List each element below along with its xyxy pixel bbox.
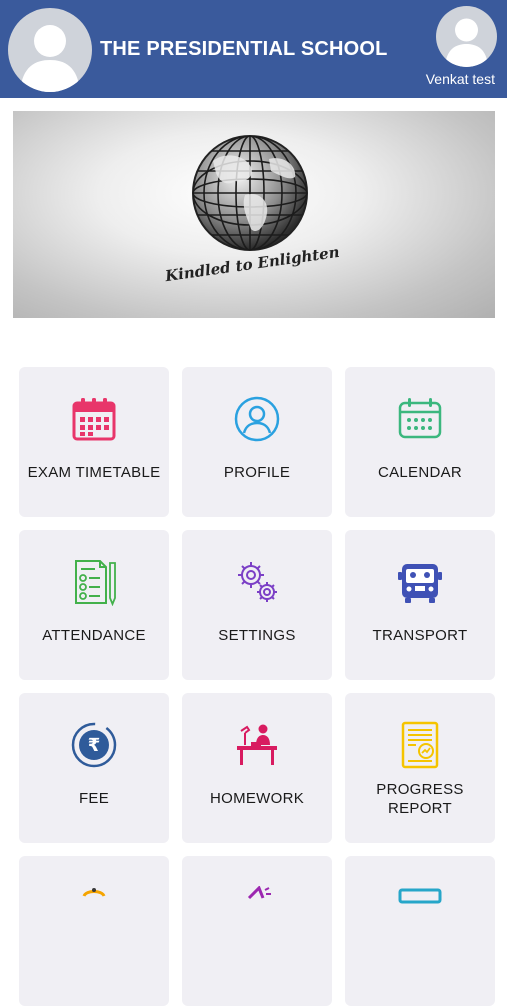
tile-calendar[interactable]: CALENDAR [345,367,495,517]
tile-label: TRANSPORT [372,627,468,644]
tile-label: EXAM TIMETABLE [27,464,161,481]
tile-profile[interactable]: PROFILE [182,367,332,517]
school-avatar-icon[interactable] [8,8,92,92]
school-banner: Kindled to Enlighten [13,111,495,318]
tile-label: FEE [78,790,110,807]
tile-row4-2[interactable] [182,856,332,1006]
bus-icon [396,558,444,606]
globe-logo-icon: Kindled to Enlighten [163,135,341,285]
tile-label: PROGRESS REPORT [376,781,464,817]
tile-attendance[interactable]: ATTENDANCE [19,530,169,680]
tile-settings[interactable]: SETTINGS [182,530,332,680]
desk-study-icon [233,721,281,769]
report-icon [396,721,444,769]
tile-label: ATTENDANCE [42,627,146,644]
card-icon [396,886,444,934]
app-header: THE PRESIDENTIAL SCHOOL Venkat test [0,0,507,98]
tile-label: PROFILE [223,464,291,481]
gears-icon [233,558,281,606]
tile-transport[interactable]: TRANSPORT [345,530,495,680]
checklist-icon [70,558,118,607]
rupee-coin-icon: ₹ [70,721,118,769]
svg-text:₹: ₹ [88,735,101,756]
bell-icon [70,886,118,934]
tile-exam-timetable[interactable]: EXAM TIMETABLE [19,367,169,517]
calendar-grid-icon [70,395,118,443]
user-circle-icon [233,395,281,443]
user-avatar-icon[interactable] [436,6,497,67]
calendar-icon [396,395,444,443]
user-name[interactable]: Venkat test [426,71,495,87]
tile-row4-3[interactable] [345,856,495,1006]
tile-progress-report[interactable]: PROGRESS REPORT [345,693,495,843]
tile-fee[interactable]: ₹ FEE [19,693,169,843]
tile-homework[interactable]: HOMEWORK [182,693,332,843]
tile-label: CALENDAR [377,464,463,481]
megaphone-icon [233,885,281,934]
school-title: THE PRESIDENTIAL SCHOOL [100,38,388,60]
tile-row4-1[interactable] [19,856,169,1006]
tile-label: HOMEWORK [209,790,305,807]
tile-label: SETTINGS [218,627,296,644]
